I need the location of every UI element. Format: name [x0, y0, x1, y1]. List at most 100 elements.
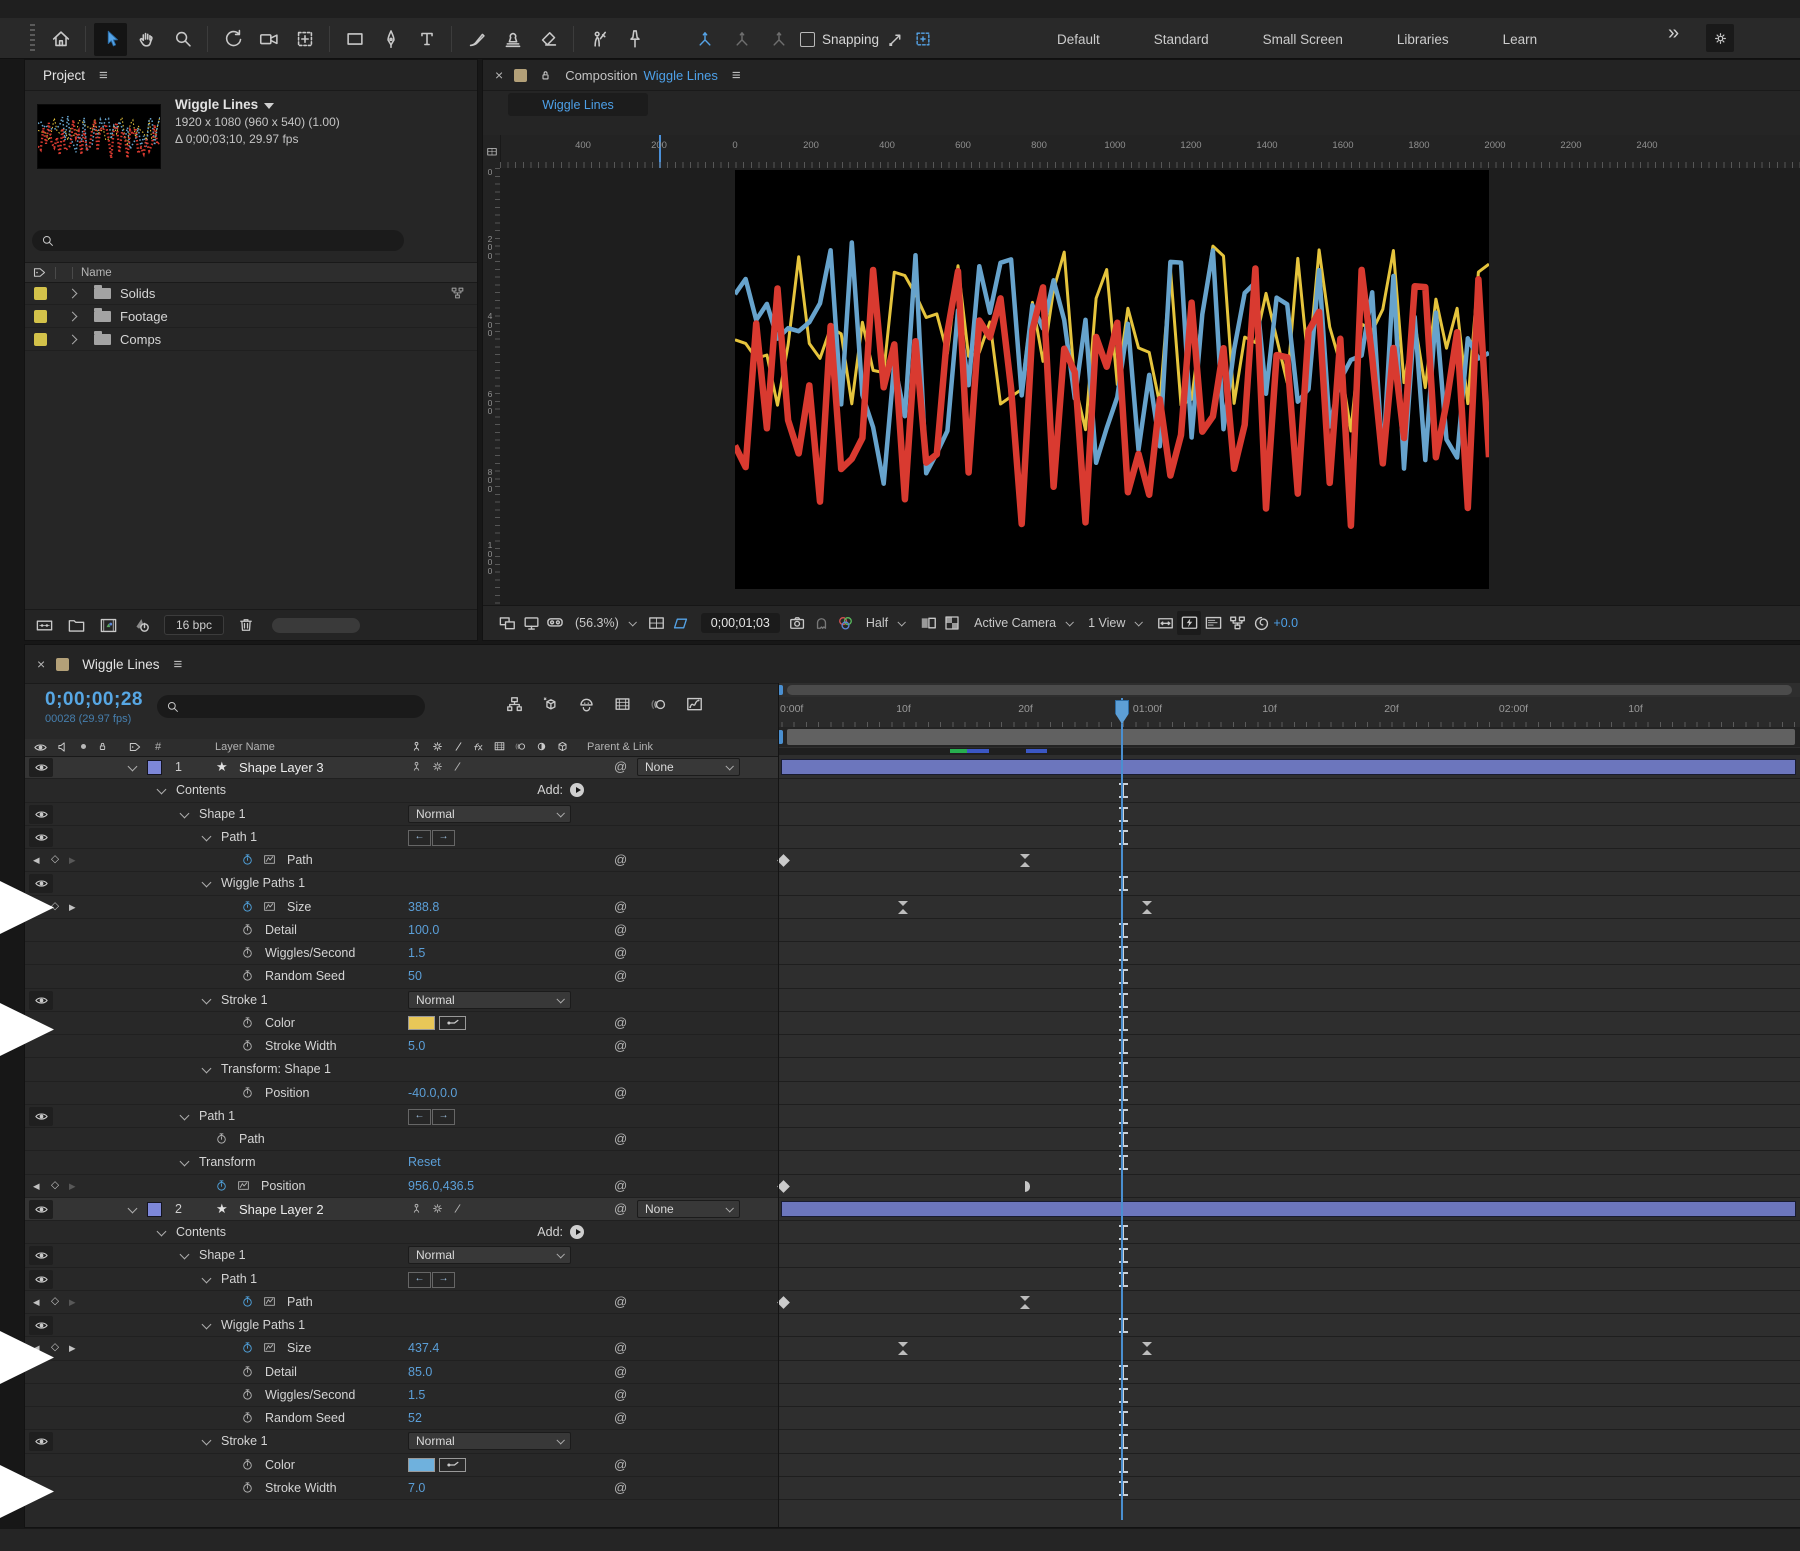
label-column-icon[interactable] [32, 265, 47, 280]
motion-blur-icon[interactable] [649, 695, 668, 714]
row-track[interactable] [778, 849, 1800, 872]
keyframe-hourglass[interactable] [1142, 901, 1153, 914]
row-track[interactable] [778, 989, 1800, 1012]
row-track[interactable] [778, 1477, 1800, 1500]
chevron-expand-icon[interactable] [202, 831, 212, 841]
row-label[interactable]: Position [265, 1086, 309, 1100]
shy-icon[interactable] [577, 695, 596, 714]
property-row[interactable]: Path@ [25, 1128, 1800, 1151]
row-controls[interactable]: Wiggles/Second1.5@ [25, 1384, 778, 1407]
property-value[interactable]: 437.4 [408, 1341, 439, 1355]
row-controls[interactable]: Wiggle Paths 1 [25, 1314, 778, 1337]
timeline-h-scrollbar[interactable] [778, 683, 1800, 697]
chevron-expand-icon[interactable] [180, 808, 190, 818]
rectangle-tool-icon[interactable] [338, 23, 371, 56]
layer-switch-icon[interactable] [451, 1202, 464, 1215]
snapshot-camera-icon[interactable] [786, 611, 810, 635]
layer-duration-bar[interactable] [781, 1201, 1796, 1217]
row-track[interactable] [778, 1384, 1800, 1407]
exposure-value[interactable]: +0.0 [1273, 616, 1298, 630]
timeline-search-input[interactable] [157, 695, 425, 718]
eye-toggle[interactable] [29, 1270, 53, 1289]
row-label[interactable]: Wiggle Paths 1 [221, 876, 305, 890]
property-row[interactable]: ◀◇▶Position956.0,436.5@ [25, 1175, 1800, 1198]
property-value[interactable]: 388.8 [408, 900, 439, 914]
workspace-learn[interactable]: Learn [1476, 32, 1565, 47]
pickwhip-icon[interactable]: @ [614, 899, 627, 914]
layer-switch-icon[interactable] [431, 760, 444, 773]
workspace-standard[interactable]: Standard [1127, 32, 1236, 47]
panel-menu-icon[interactable]: ≡ [173, 656, 182, 673]
project-item-solids[interactable]: Solids [25, 282, 477, 305]
pixel-aspect-icon[interactable] [1153, 611, 1177, 635]
show-snapshot-icon[interactable] [810, 611, 834, 635]
row-controls[interactable]: Stroke 1Normal [25, 989, 778, 1012]
dropdown-none[interactable]: None [637, 1200, 740, 1218]
row-track[interactable] [778, 872, 1800, 895]
prev-keyframe-icon[interactable]: ◀ [33, 1297, 40, 1308]
viewer-timecode[interactable]: 0;00;01;03 [701, 613, 780, 633]
solo-icon[interactable] [77, 740, 90, 753]
frame-blending-icon[interactable] [613, 695, 632, 714]
row-controls[interactable]: Wiggle Paths 1 [25, 872, 778, 895]
row-track[interactable] [778, 1291, 1800, 1314]
layer-switch-icon[interactable] [431, 1202, 444, 1215]
row-track[interactable] [778, 1151, 1800, 1174]
interpret-footage-icon[interactable] [35, 616, 54, 635]
lock-icon[interactable] [96, 740, 109, 753]
row-controls[interactable]: Path 1←→ [25, 826, 778, 849]
path-direction-icon[interactable]: ← [408, 1272, 431, 1288]
property-row[interactable]: Path 1←→ [25, 1268, 1800, 1291]
row-controls[interactable]: TransformReset [25, 1151, 778, 1174]
eye-toggle[interactable] [29, 1432, 53, 1451]
keyframe-half[interactable] [1025, 1181, 1031, 1192]
keyframe-hourglass[interactable] [898, 901, 909, 914]
workspace-libraries[interactable]: Libraries [1370, 32, 1476, 47]
row-track[interactable] [778, 779, 1800, 802]
pickwhip-icon[interactable]: @ [614, 1201, 627, 1216]
color-swatch[interactable] [408, 1016, 435, 1030]
stopwatch-icon[interactable] [241, 1411, 254, 1424]
property-row[interactable]: Shape 1Normal [25, 1244, 1800, 1267]
workspace-default[interactable]: Default [1030, 32, 1127, 47]
property-row[interactable]: Wiggles/Second1.5@ [25, 942, 1800, 965]
parent-link-column-header[interactable]: Parent & Link [587, 741, 653, 753]
row-track[interactable] [778, 896, 1800, 919]
property-row[interactable]: Wiggle Paths 1 [25, 872, 1800, 895]
property-row[interactable]: Random Seed52@ [25, 1407, 1800, 1430]
stopwatch-icon[interactable] [241, 900, 254, 913]
property-row[interactable]: Stroke 1Normal [25, 989, 1800, 1012]
eraser-tool-icon[interactable] [532, 23, 565, 56]
row-label[interactable]: Stroke 1 [221, 993, 268, 1007]
row-label[interactable]: Shape 1 [199, 1248, 246, 1262]
pickwhip-icon[interactable]: @ [614, 1178, 627, 1193]
row-track[interactable] [778, 803, 1800, 826]
property-value[interactable]: 7.0 [408, 1481, 425, 1495]
vr-icon[interactable] [543, 611, 567, 635]
lock-icon[interactable] [538, 68, 553, 83]
eye-toggle[interactable] [29, 874, 53, 893]
timeline-ruler[interactable]: 0:00f10f20f01:00f10f20f02:00f10f [778, 697, 1800, 728]
pickwhip-icon[interactable]: @ [614, 1340, 627, 1355]
row-controls[interactable]: Stroke Width7.0@ [25, 1477, 778, 1500]
row-label[interactable]: Color [265, 1016, 295, 1030]
pickwhip-icon[interactable]: @ [614, 1364, 627, 1379]
row-track[interactable] [778, 756, 1800, 779]
chevron-right-icon[interactable] [68, 335, 78, 345]
reset-exposure-icon[interactable] [1249, 611, 1273, 635]
row-controls[interactable]: Color@ [25, 1012, 778, 1035]
keyframe-hourglass[interactable] [1020, 1296, 1031, 1309]
comp-thumbnail[interactable] [38, 105, 160, 168]
label-color-swatch[interactable] [34, 333, 47, 346]
trash-icon[interactable] [237, 616, 255, 634]
show-channels-icon[interactable] [834, 611, 858, 635]
chevron-expand-icon[interactable] [202, 994, 212, 1004]
view-layout-3d-dropdown[interactable]: Active Camera [974, 616, 1072, 630]
workspace-overflow-button[interactable]: » [1668, 22, 1679, 45]
property-row[interactable]: Path 1←→ [25, 1105, 1800, 1128]
row-label[interactable]: Position [261, 1179, 305, 1193]
row-label[interactable]: Detail [265, 923, 297, 937]
row-controls[interactable]: Transform: Shape 1 [25, 1058, 778, 1081]
target-region-icon[interactable] [916, 611, 940, 635]
value-graph-icon[interactable] [237, 1179, 250, 1192]
